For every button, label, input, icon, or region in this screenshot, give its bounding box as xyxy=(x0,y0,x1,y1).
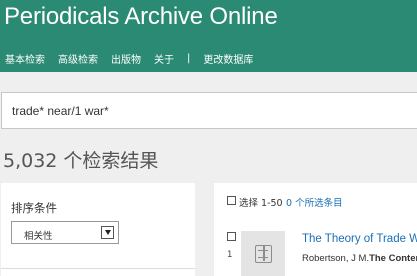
nav-publications[interactable]: 出版物 xyxy=(111,51,141,66)
sort-selected-value: 相关性 xyxy=(24,231,53,242)
search-query[interactable]: trade* near/1 war* xyxy=(12,104,109,118)
nav-about[interactable]: 关于 xyxy=(154,51,174,66)
item-source[interactable]: The Contemp xyxy=(369,253,417,264)
nav-change-database[interactable]: 更改数据库 xyxy=(203,51,253,66)
nav-basic-search[interactable]: 基本检索 xyxy=(5,51,45,66)
sort-panel: 排序条件 相关性 xyxy=(1,183,195,276)
divider xyxy=(1,268,195,269)
sort-select[interactable]: 相关性 xyxy=(11,221,119,244)
select-all-checkbox[interactable] xyxy=(227,196,236,205)
app-header: Periodicals Archive Online 基本检索 高级检索 出版物… xyxy=(0,0,417,72)
item-number: 1 xyxy=(227,250,233,260)
results-panel: 选择 1-50 0 个所选条目 1 The Theory of Trade Wa… xyxy=(214,183,417,276)
item-author: Robertson, J M. xyxy=(302,253,370,264)
item-thumbnail[interactable] xyxy=(241,231,285,276)
chevron-down-icon[interactable] xyxy=(101,226,114,239)
item-meta: Robertson, J M.The Contemp xyxy=(302,253,417,264)
nav-advanced-search[interactable]: 高级检索 xyxy=(58,51,98,66)
item-checkbox[interactable] xyxy=(227,232,236,241)
select-range-label: 选择 1-50 xyxy=(239,198,283,209)
sort-label: 排序条件 xyxy=(11,201,57,215)
selected-items-link[interactable]: 0 个所选条目 xyxy=(286,195,343,209)
nav-separator: | xyxy=(187,52,191,64)
app-title[interactable]: Periodicals Archive Online xyxy=(4,3,278,31)
search-input[interactable]: trade* near/1 war* xyxy=(1,92,417,129)
book-icon xyxy=(255,245,272,263)
nav-bar: 基本检索 高级检索 出版物 关于 | 更改数据库 xyxy=(5,51,266,66)
result-count: 5,032 个检索结果 xyxy=(3,150,159,172)
item-title-link[interactable]: The Theory of Trade War xyxy=(302,233,417,245)
